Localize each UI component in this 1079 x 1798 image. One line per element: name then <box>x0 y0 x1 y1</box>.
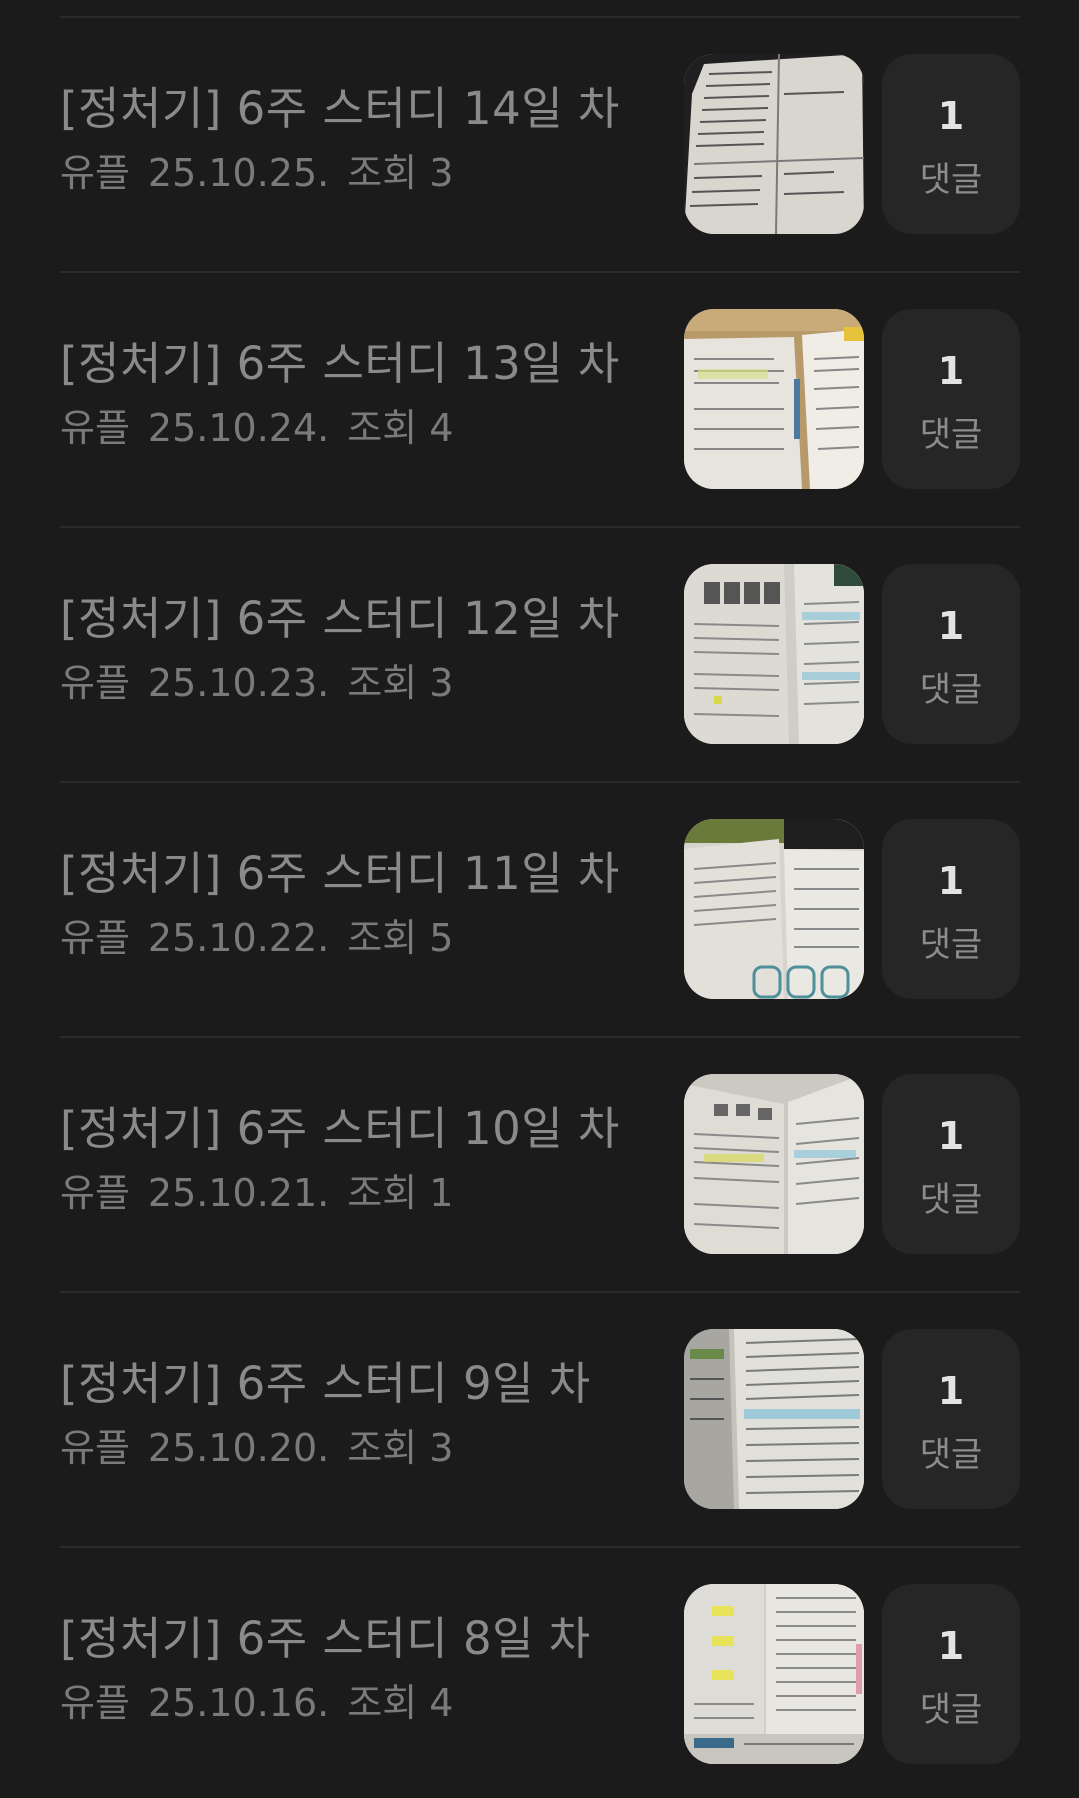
post-date: 25.10.20. <box>147 1426 330 1470</box>
post-item[interactable]: [정처기] 6주 스터디 9일 차 유플 25.10.20. 조회 3 1 댓글 <box>0 1293 1079 1548</box>
post-meta: 유플 25.10.16. 조회 4 <box>60 1672 471 1727</box>
post-meta: 유플 25.10.24. 조회 4 <box>60 397 471 452</box>
post-author: 유플 <box>60 406 130 450</box>
comment-label: 댓글 <box>919 670 983 710</box>
post-title[interactable]: [정처기] 6주 스터디 14일 차 <box>60 72 620 137</box>
post-author: 유플 <box>60 1681 130 1725</box>
post-author: 유플 <box>60 1171 130 1215</box>
post-author: 유플 <box>60 1426 130 1470</box>
comment-count: 1 <box>937 604 965 648</box>
post-author: 유플 <box>60 661 130 705</box>
post-views: 조회 3 <box>347 151 454 195</box>
post-item[interactable]: [정처기] 6주 스터디 14일 차 유플 25.10.25. 조회 3 1 댓… <box>0 18 1079 273</box>
comment-label: 댓글 <box>919 1690 983 1730</box>
post-item[interactable]: [정처기] 6주 스터디 12일 차 유플 25.10.23. 조회 3 1 댓… <box>0 528 1079 783</box>
comment-count-button[interactable]: 1 댓글 <box>882 1584 1020 1764</box>
post-item[interactable]: [정처기] 6주 스터디 10일 차 유플 25.10.21. 조회 1 1 댓… <box>0 1038 1079 1293</box>
comment-label: 댓글 <box>919 1180 983 1220</box>
comment-count: 1 <box>937 1624 965 1668</box>
post-thumbnail[interactable] <box>684 54 864 234</box>
post-author: 유플 <box>60 916 130 960</box>
post-title[interactable]: [정처기] 6주 스터디 10일 차 <box>60 1092 620 1157</box>
post-thumbnail[interactable] <box>684 1584 864 1764</box>
post-meta: 유플 25.10.21. 조회 1 <box>60 1162 471 1217</box>
post-views: 조회 3 <box>347 1426 454 1470</box>
post-date: 25.10.23. <box>147 661 330 705</box>
comment-label: 댓글 <box>919 415 983 455</box>
post-thumbnail[interactable] <box>684 1329 864 1509</box>
post-title[interactable]: [정처기] 6주 스터디 9일 차 <box>60 1347 591 1412</box>
comment-count: 1 <box>937 1114 965 1158</box>
post-title[interactable]: [정처기] 6주 스터디 12일 차 <box>60 582 620 647</box>
post-item[interactable]: [정처기] 6주 스터디 11일 차 유플 25.10.22. 조회 5 1 댓… <box>0 783 1079 1038</box>
post-title[interactable]: [정처기] 6주 스터디 11일 차 <box>60 837 620 902</box>
post-date: 25.10.21. <box>147 1171 330 1215</box>
post-thumbnail[interactable] <box>684 309 864 489</box>
post-views: 조회 4 <box>347 406 454 450</box>
post-views: 조회 1 <box>347 1171 454 1215</box>
post-item[interactable]: [정처기] 6주 스터디 8일 차 유플 25.10.16. 조회 4 1 댓글 <box>0 1548 1079 1798</box>
post-date: 25.10.22. <box>147 916 330 960</box>
comment-count: 1 <box>937 1369 965 1413</box>
post-thumbnail[interactable] <box>684 819 864 999</box>
comment-count-button[interactable]: 1 댓글 <box>882 564 1020 744</box>
post-title[interactable]: [정처기] 6주 스터디 13일 차 <box>60 327 620 392</box>
comment-label: 댓글 <box>919 925 983 965</box>
post-author: 유플 <box>60 151 130 195</box>
post-list: [정처기] 6주 스터디 14일 차 유플 25.10.25. 조회 3 1 댓… <box>0 0 1079 1798</box>
comment-count-button[interactable]: 1 댓글 <box>882 1329 1020 1509</box>
comment-count: 1 <box>937 94 965 138</box>
comment-count-button[interactable]: 1 댓글 <box>882 309 1020 489</box>
post-views: 조회 4 <box>347 1681 454 1725</box>
post-meta: 유플 25.10.22. 조회 5 <box>60 907 471 962</box>
comment-count: 1 <box>937 859 965 903</box>
comment-count-button[interactable]: 1 댓글 <box>882 54 1020 234</box>
post-meta: 유플 25.10.23. 조회 3 <box>60 652 471 707</box>
post-thumbnail[interactable] <box>684 564 864 744</box>
post-title[interactable]: [정처기] 6주 스터디 8일 차 <box>60 1602 591 1667</box>
comment-label: 댓글 <box>919 160 983 200</box>
post-date: 25.10.24. <box>147 406 330 450</box>
comment-label: 댓글 <box>919 1435 983 1475</box>
post-item[interactable]: [정처기] 6주 스터디 13일 차 유플 25.10.24. 조회 4 1 댓… <box>0 273 1079 528</box>
post-date: 25.10.25. <box>147 151 330 195</box>
post-meta: 유플 25.10.20. 조회 3 <box>60 1417 471 1472</box>
comment-count-button[interactable]: 1 댓글 <box>882 1074 1020 1254</box>
comment-count: 1 <box>937 349 965 393</box>
comment-count-button[interactable]: 1 댓글 <box>882 819 1020 999</box>
post-views: 조회 5 <box>347 916 454 960</box>
post-meta: 유플 25.10.25. 조회 3 <box>60 142 471 197</box>
post-views: 조회 3 <box>347 661 454 705</box>
post-thumbnail[interactable] <box>684 1074 864 1254</box>
post-date: 25.10.16. <box>147 1681 330 1725</box>
